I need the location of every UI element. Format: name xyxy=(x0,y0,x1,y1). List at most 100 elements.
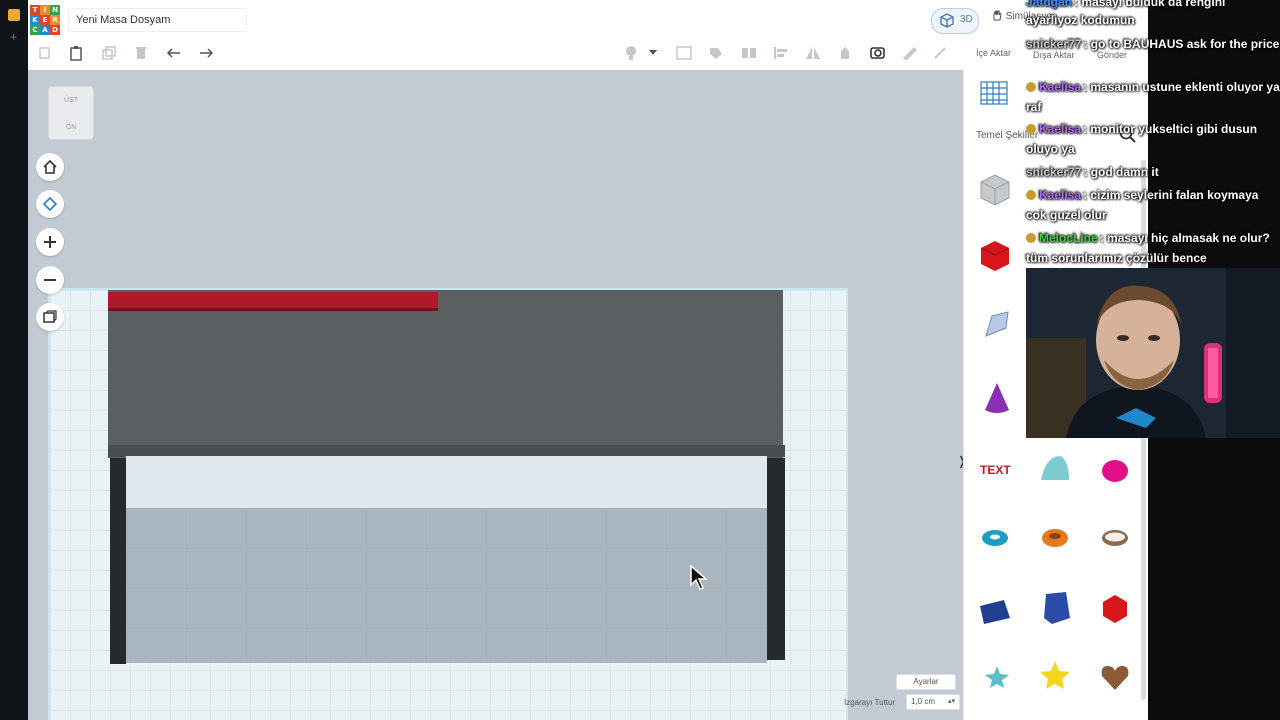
red-shelf-shape[interactable] xyxy=(108,292,438,311)
minus-icon xyxy=(44,279,56,281)
logo-letter: N xyxy=(50,5,60,15)
ortho-view-button[interactable] xyxy=(36,303,64,331)
logo-letter: R xyxy=(50,15,60,25)
icosahedron-shape-icon[interactable] xyxy=(1096,590,1134,628)
chat-message: Kaelisa: cizim seylerini falan koymaya c… xyxy=(1026,185,1280,225)
logo-letter: C xyxy=(30,25,40,35)
chevron-updown-icon: ▴▾ xyxy=(947,698,955,705)
logo-letter: E xyxy=(40,15,50,25)
desk-leg-right[interactable] xyxy=(767,458,785,660)
plus-icon xyxy=(44,236,56,248)
zoom-in-button[interactable] xyxy=(36,228,64,256)
workplane-view-icon[interactable] xyxy=(869,44,887,62)
streamer-webcam-image xyxy=(1026,268,1280,438)
subscriber-badge-icon xyxy=(1026,233,1036,243)
chat-username: MelocLine xyxy=(1039,231,1098,245)
desk-shadow xyxy=(126,508,767,663)
chat-message: ayarlıyoz kodumun xyxy=(1026,10,1280,30)
redo-icon[interactable] xyxy=(197,44,215,62)
note-icon[interactable] xyxy=(675,44,693,62)
ring-shape-icon[interactable] xyxy=(1096,518,1134,556)
logo-letter: A xyxy=(40,25,50,35)
logo-letter: D xyxy=(50,25,60,35)
star-shape-icon[interactable] xyxy=(1036,656,1074,694)
logo-letter: T xyxy=(30,5,40,15)
tinkercad-logo[interactable]: T I N K E R C A D xyxy=(30,5,60,35)
ortho-icon xyxy=(43,310,57,323)
heart-shape-icon[interactable] xyxy=(1096,658,1134,696)
torus-shape-icon[interactable] xyxy=(976,518,1014,556)
import-button[interactable]: İçe Aktar xyxy=(976,48,1011,58)
duplicate-icon[interactable] xyxy=(100,44,118,62)
chat-text: : god damn it xyxy=(1083,165,1159,179)
app-icon[interactable] xyxy=(8,9,20,21)
chat-username: snicker77 xyxy=(1026,165,1082,179)
logo-letter: K xyxy=(30,15,40,25)
tube-shape-icon[interactable] xyxy=(1036,518,1074,556)
workplane-canvas[interactable]: ÜST ÖN Ayarlar Izgarayı Tuttur 1,0 cm ▴▾… xyxy=(28,70,963,720)
chevron-down-icon[interactable] xyxy=(648,44,658,62)
cube-icon xyxy=(940,13,954,28)
fit-icon xyxy=(42,196,58,212)
settings-button[interactable]: Ayarlar xyxy=(896,674,956,690)
chat-username: Jatugan xyxy=(1026,0,1073,9)
stream-chat: Jatugan: masayı bulduk da rengini ayarlı… xyxy=(1026,0,1280,270)
chat-text: ayarlıyoz kodumun xyxy=(1026,13,1135,27)
star-outline-shape-icon[interactable] xyxy=(978,658,1016,696)
text-shape-icon[interactable]: TEXT xyxy=(978,450,1016,488)
scribble-shape-icon[interactable] xyxy=(978,306,1016,344)
project-name-field[interactable]: Yeni Masa Dosyam xyxy=(68,8,247,32)
mirror-icon[interactable] xyxy=(804,44,822,62)
desk-leg-left[interactable] xyxy=(110,458,126,664)
paste-icon[interactable] xyxy=(67,44,85,62)
view-3d-label: 3D xyxy=(960,14,973,25)
home-view-button[interactable] xyxy=(36,153,64,181)
title-bar: T I N K E R C A D Yeni Masa Dosyam 3D Si… xyxy=(28,0,1148,39)
view-3d-button[interactable]: 3D xyxy=(931,8,979,34)
ungroup-icon[interactable] xyxy=(740,44,758,62)
chat-message: Kaelisa: monitor yukseltici gibi dusun o… xyxy=(1026,119,1280,159)
ruler-icon[interactable] xyxy=(901,44,919,62)
box-striped-shape-icon[interactable] xyxy=(976,170,1014,208)
align-icon[interactable] xyxy=(772,44,790,62)
view-cube[interactable]: ÜST ÖN xyxy=(48,86,94,140)
subscriber-badge-icon xyxy=(1026,124,1036,134)
chat-username: snicker77 xyxy=(1026,37,1082,51)
chat-message: snicker77: god damn it xyxy=(1026,162,1280,182)
light-bulb-icon[interactable] xyxy=(622,44,640,62)
add-icon[interactable]: + xyxy=(10,30,17,44)
polygon-shape-icon[interactable] xyxy=(1038,588,1076,626)
chat-text: : masayı bulduk da rengini xyxy=(1074,0,1226,9)
chat-message: Kaelisa: masanın ustune eklenti oluyor y… xyxy=(1026,77,1280,117)
fit-view-button[interactable] xyxy=(36,190,64,218)
undo-icon[interactable] xyxy=(165,44,183,62)
chat-username: Kaelisa xyxy=(1039,188,1082,202)
workplane-tool-icon[interactable] xyxy=(979,80,1009,106)
box-shape-icon[interactable] xyxy=(976,236,1014,274)
snap-grid-label: Izgarayı Tuttur xyxy=(844,698,896,707)
wedge-shape-icon[interactable] xyxy=(976,592,1014,630)
chat-username: Kaelisa xyxy=(1039,80,1082,94)
cruise-icon[interactable] xyxy=(836,44,854,62)
chat-text: : go to BAUHAUS ask for the price xyxy=(1083,37,1280,51)
subscriber-badge-icon xyxy=(1026,82,1036,92)
desk-top-shape[interactable] xyxy=(108,290,783,458)
svg-text:TEXT: TEXT xyxy=(980,463,1011,477)
mouse-cursor-icon xyxy=(690,565,709,590)
chat-message: snicker77: go to BAUHAUS ask for the pri… xyxy=(1026,34,1280,54)
snap-grid-value: 1,0 cm xyxy=(911,697,936,706)
flip-icon[interactable] xyxy=(931,44,949,62)
paraboloid-shape-icon[interactable] xyxy=(1096,450,1134,488)
trash-icon[interactable] xyxy=(132,44,150,62)
zoom-out-button[interactable] xyxy=(36,266,64,294)
os-taskbar: + xyxy=(0,0,28,720)
view-cube-top-label: ÜST xyxy=(64,97,78,104)
cone-shape-icon[interactable] xyxy=(978,380,1016,418)
subscriber-badge-icon xyxy=(1026,190,1036,200)
roof-shape-icon[interactable] xyxy=(1036,450,1074,488)
snap-grid-select[interactable]: 1,0 cm ▴▾ xyxy=(906,694,960,710)
webcam-feed xyxy=(1026,268,1280,438)
view-cube-front-label: ÖN xyxy=(65,124,77,131)
copy-icon[interactable] xyxy=(36,44,54,62)
group-icon[interactable] xyxy=(707,44,725,62)
